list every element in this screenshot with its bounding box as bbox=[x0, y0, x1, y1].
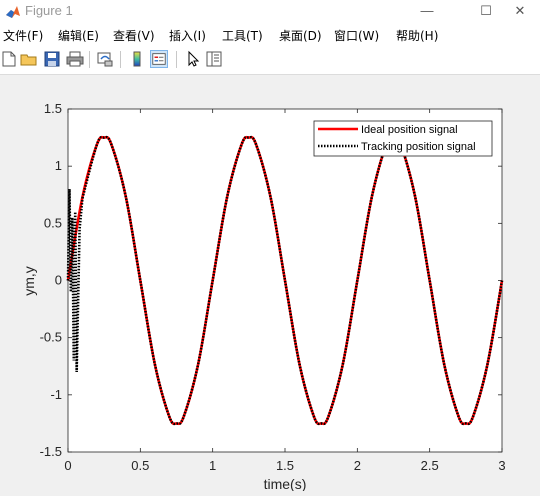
x-tick-label: 1 bbox=[209, 458, 216, 473]
toolbar-separator bbox=[176, 51, 177, 68]
y-tick-label: -0.5 bbox=[40, 330, 62, 345]
y-tick-label: 1 bbox=[55, 158, 62, 173]
menu-tools[interactable]: 工具(T) bbox=[222, 27, 263, 44]
property-inspector-icon[interactable] bbox=[205, 50, 223, 68]
link-plot-icon[interactable] bbox=[96, 50, 114, 68]
x-tick-label: 1.5 bbox=[276, 458, 294, 473]
toolbar-separator bbox=[120, 51, 121, 68]
edit-plot-pointer-icon[interactable] bbox=[184, 50, 202, 68]
plot-svg: 0 0.5 1 1.5 2 2.5 3-1.5-1-0.500.511.5 time(s) … bbox=[21, 101, 506, 492]
menu-window[interactable]: 窗口(W) bbox=[334, 27, 379, 44]
new-figure-icon[interactable] bbox=[0, 50, 18, 68]
print-icon[interactable] bbox=[66, 50, 84, 68]
menu-view[interactable]: 查看(V) bbox=[113, 27, 155, 44]
insert-legend-icon[interactable] bbox=[150, 50, 168, 68]
x-tick-label: 3 bbox=[498, 458, 505, 473]
save-icon[interactable] bbox=[43, 50, 61, 68]
minimize-button[interactable]: — bbox=[404, 0, 450, 24]
y-tick-label: -1 bbox=[50, 387, 62, 402]
window-title: Figure 1 bbox=[25, 3, 73, 18]
x-tick-label: 0.5 bbox=[131, 458, 149, 473]
insert-colorbar-icon[interactable] bbox=[128, 50, 146, 68]
y-axis-label: ym,y bbox=[21, 266, 37, 296]
menu-desktop[interactable]: 桌面(D) bbox=[279, 27, 322, 44]
figure-toolbar bbox=[0, 46, 540, 75]
figure-canvas: 0 0.5 1 1.5 2 2.5 3 -1.5 -1 -0.5 0 0.5 1 1.5 time(s) … bbox=[0, 75, 540, 492]
legend[interactable]: Ideal position signal Tracking position … bbox=[313, 120, 493, 157]
y-tick-label: -1.5 bbox=[40, 444, 62, 459]
y-tick-label: 0 bbox=[55, 273, 62, 288]
window-titlebar: Figure 1 — ☐ ✕ bbox=[0, 0, 540, 24]
legend-tracking-label: Tracking position signal bbox=[361, 141, 476, 153]
x-tick-label: 2 bbox=[354, 458, 361, 473]
x-axis-label: time(s) bbox=[264, 476, 307, 491]
x-tick-label: 0 bbox=[64, 458, 71, 473]
x-tick-label: 2.5 bbox=[421, 458, 439, 473]
y-tick-label: 0.5 bbox=[44, 215, 62, 230]
legend-ideal-label: Ideal position signal bbox=[361, 124, 458, 136]
close-button[interactable]: ✕ bbox=[500, 0, 540, 24]
menu-bar: 文件(F) 编辑(E) 查看(V) 插入(I) 工具(T) 桌面(D) 窗口(W… bbox=[0, 24, 540, 46]
toolbar-separator bbox=[89, 51, 90, 68]
menu-help[interactable]: 帮助(H) bbox=[396, 27, 438, 44]
matlab-logo-icon bbox=[6, 6, 20, 18]
y-tick-label: 1.5 bbox=[44, 101, 62, 116]
menu-file[interactable]: 文件(F) bbox=[3, 27, 43, 44]
menu-edit[interactable]: 编辑(E) bbox=[58, 27, 99, 44]
open-file-icon[interactable] bbox=[20, 50, 38, 68]
menu-insert[interactable]: 插入(I) bbox=[169, 27, 206, 44]
